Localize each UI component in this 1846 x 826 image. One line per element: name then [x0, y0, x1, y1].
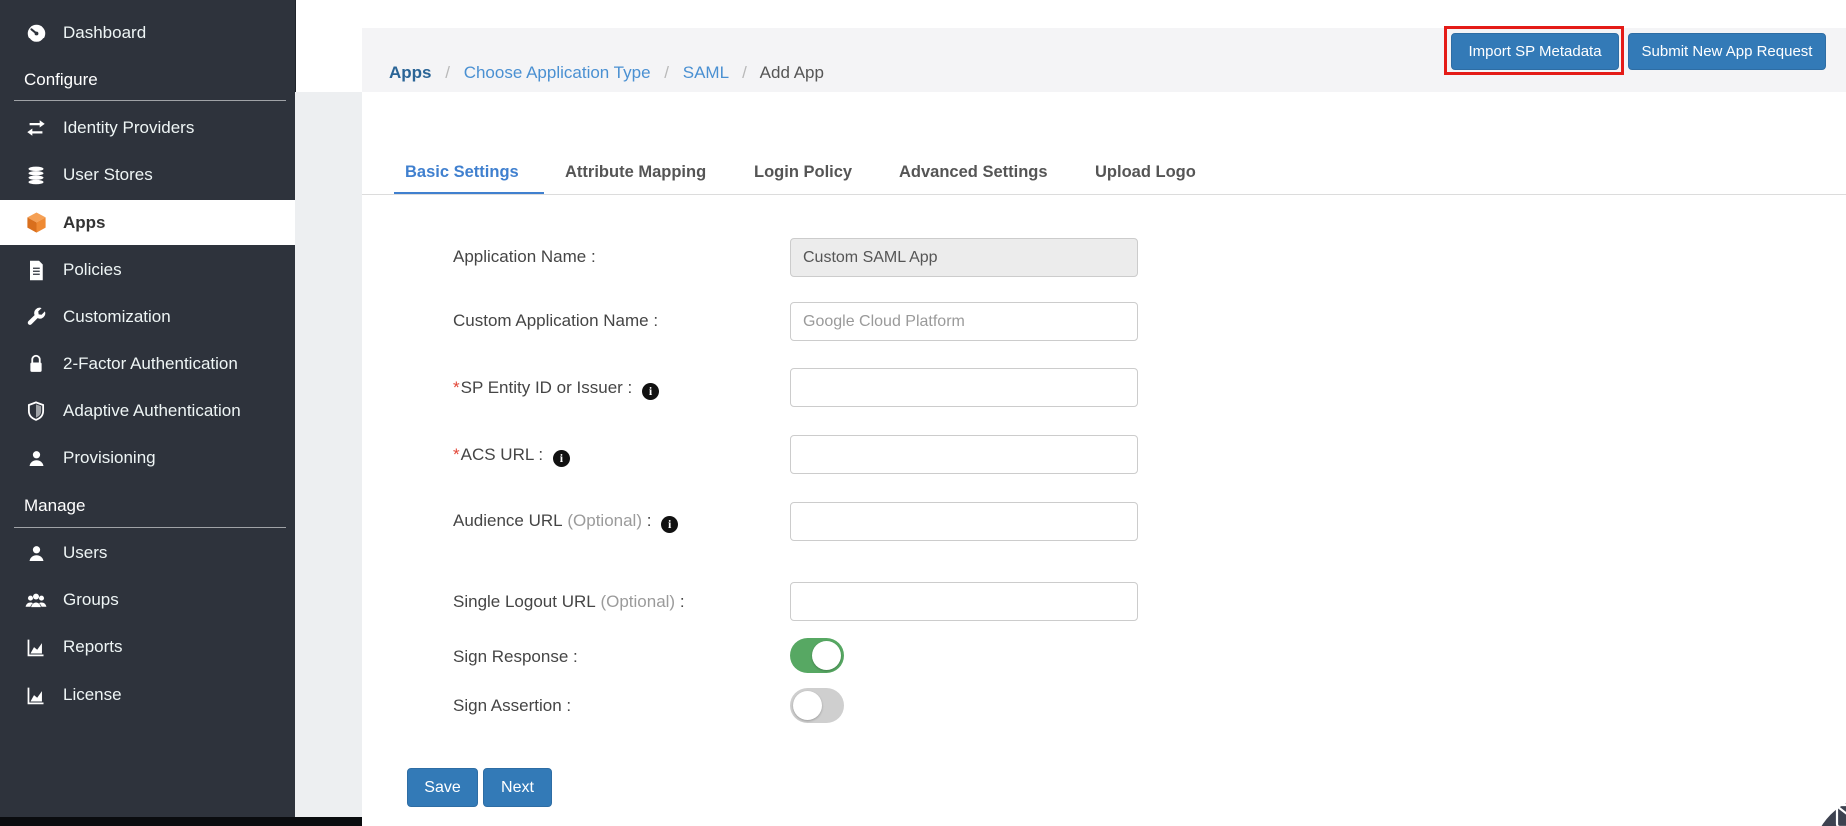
- sidebar-item-label: License: [63, 685, 122, 704]
- custom-application-name-label: Custom Application Name :: [453, 311, 659, 330]
- next-button[interactable]: Next: [483, 768, 552, 807]
- sidebar-divider: [14, 100, 286, 101]
- breadcrumb-separator: /: [742, 63, 747, 82]
- chat-widget-button[interactable]: [1813, 797, 1846, 826]
- tab-bottom-border: [362, 194, 1846, 195]
- sidebar-item-label: Provisioning: [63, 448, 156, 467]
- submit-new-app-request-button[interactable]: Submit New App Request: [1628, 33, 1826, 70]
- tab-login-policy[interactable]: Login Policy: [754, 163, 852, 193]
- sign-assertion-label: Sign Assertion :: [453, 696, 572, 715]
- sidebar-section-configure: Configure: [24, 70, 98, 89]
- chart-icon: [24, 686, 48, 705]
- tab-advanced-settings[interactable]: Advanced Settings: [899, 163, 1048, 193]
- tab-basic-settings[interactable]: Basic Settings: [405, 163, 519, 193]
- sidebar-item-label: 2-Factor Authentication: [63, 354, 238, 373]
- sidebar-item-label: Apps: [63, 212, 106, 232]
- toggle-knob: [793, 691, 822, 720]
- sidebar-item-users[interactable]: Users: [0, 536, 295, 570]
- chart-icon: [24, 638, 48, 657]
- audience-url-label: Audience URL (Optional) : i: [453, 511, 679, 533]
- application-name-input[interactable]: [790, 238, 1138, 277]
- sidebar-item-provisioning[interactable]: Provisioning: [0, 441, 295, 475]
- user-icon: [24, 544, 48, 563]
- sidebar-divider: [14, 527, 286, 528]
- tab-attribute-mapping[interactable]: Attribute Mapping: [565, 163, 706, 193]
- sidebar-item-adaptive-authentication[interactable]: Adaptive Authentication: [0, 394, 295, 428]
- content-gutter: [295, 92, 362, 826]
- acs-url-label: *ACS URL : i: [453, 445, 570, 467]
- sidebar-item-label: Groups: [63, 590, 119, 609]
- sidebar-item-label: Customization: [63, 307, 171, 326]
- lock-icon: [24, 354, 48, 374]
- custom-application-name-input[interactable]: [790, 302, 1138, 341]
- users-icon: [24, 591, 48, 610]
- sidebar-item-label: Dashboard: [63, 23, 147, 42]
- sidebar: Dashboard Configure Identity Providers U…: [0, 0, 296, 826]
- sidebar-item-2-factor-authentication[interactable]: 2-Factor Authentication: [0, 347, 295, 381]
- audience-url-input[interactable]: [790, 502, 1138, 541]
- gauge-icon: [24, 23, 48, 44]
- sidebar-item-label: Adaptive Authentication: [63, 401, 241, 420]
- tab-upload-logo[interactable]: Upload Logo: [1095, 163, 1196, 193]
- envelope-icon: [1835, 803, 1846, 826]
- wrench-icon: [24, 307, 48, 327]
- sidebar-item-label: Policies: [63, 260, 122, 279]
- breadcrumb-choose-application-type[interactable]: Choose Application Type: [464, 63, 651, 82]
- sidebar-item-apps[interactable]: Apps: [0, 200, 295, 245]
- swap-arrows-icon: [24, 117, 48, 139]
- bottom-edge-bar: [0, 817, 362, 826]
- breadcrumb-saml[interactable]: SAML: [683, 63, 729, 82]
- sp-entity-id-input[interactable]: [790, 368, 1138, 407]
- sign-assertion-toggle[interactable]: [790, 688, 844, 723]
- sidebar-item-dashboard[interactable]: Dashboard: [0, 16, 295, 50]
- sign-response-toggle[interactable]: [790, 638, 844, 673]
- save-button[interactable]: Save: [407, 768, 478, 807]
- info-icon[interactable]: i: [642, 383, 659, 400]
- sidebar-item-label: Users: [63, 543, 108, 562]
- info-icon[interactable]: i: [552, 450, 570, 467]
- sidebar-item-label: User Stores: [63, 165, 153, 184]
- breadcrumb-apps[interactable]: Apps: [389, 63, 432, 82]
- breadcrumb: Apps / Choose Application Type / SAML / …: [389, 63, 824, 83]
- sidebar-item-identity-providers[interactable]: Identity Providers: [0, 111, 295, 145]
- database-icon: [24, 165, 48, 186]
- breadcrumb-add-app: Add App: [759, 63, 824, 82]
- sidebar-item-policies[interactable]: Policies: [0, 253, 295, 287]
- application-name-label: Application Name :: [453, 247, 596, 266]
- admin-console-page: Dashboard Configure Identity Providers U…: [0, 0, 1846, 826]
- sidebar-item-customization[interactable]: Customization: [0, 300, 295, 334]
- sidebar-item-groups[interactable]: Groups: [0, 583, 295, 617]
- sp-entity-id-label: *SP Entity ID or Issuer : i: [453, 378, 659, 400]
- shield-icon: [24, 401, 48, 421]
- single-logout-url-input[interactable]: [790, 582, 1138, 621]
- sidebar-item-label: Identity Providers: [63, 118, 195, 137]
- info-icon[interactable]: i: [661, 516, 679, 533]
- sign-response-label: Sign Response :: [453, 647, 578, 666]
- breadcrumb-separator: /: [664, 63, 669, 82]
- sidebar-section-manage: Manage: [24, 496, 86, 515]
- cube-icon: [24, 211, 48, 234]
- user-icon: [24, 449, 48, 468]
- sidebar-item-reports[interactable]: Reports: [0, 630, 295, 664]
- single-logout-url-label: Single Logout URL (Optional) :: [453, 592, 685, 611]
- sidebar-item-label: Reports: [63, 637, 123, 656]
- toggle-knob: [812, 641, 841, 670]
- document-icon: [24, 260, 48, 281]
- breadcrumb-separator: /: [445, 63, 450, 82]
- acs-url-input[interactable]: [790, 435, 1138, 474]
- sidebar-item-license[interactable]: License: [0, 678, 295, 712]
- sidebar-item-user-stores[interactable]: User Stores: [0, 158, 295, 192]
- import-sp-metadata-button[interactable]: Import SP Metadata: [1451, 33, 1619, 70]
